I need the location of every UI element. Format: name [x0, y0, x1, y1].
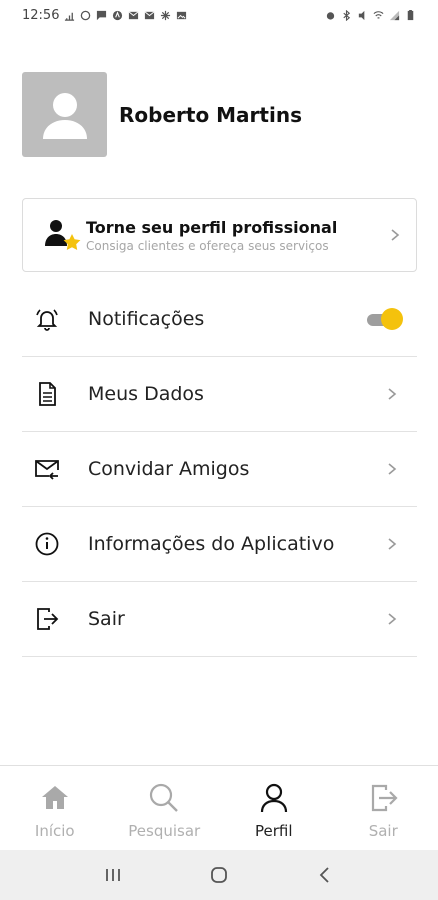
mail-icon — [128, 10, 139, 21]
signal-data-icon — [64, 10, 75, 21]
status-right — [325, 9, 416, 21]
menu-item-logout[interactable]: Sair — [22, 582, 417, 657]
status-bar: 12:56 — [0, 0, 438, 30]
become-pro-card[interactable]: Torne seu perfil profissional Consiga cl… — [22, 198, 417, 272]
chevron-right-icon — [388, 228, 402, 242]
home-circle-icon[interactable] — [207, 863, 231, 887]
nav-label: Início — [34, 822, 75, 840]
chevron-right-icon — [385, 387, 399, 401]
app-icon — [112, 10, 123, 21]
nav-item-logout[interactable]: Sair — [329, 766, 438, 850]
pro-card-title: Torne seu perfil profissional — [86, 217, 338, 237]
pro-card-subtitle: Consiga clientes e ofereça seus serviços — [86, 238, 329, 253]
menu-item-invite-friends[interactable]: Convidar Amigos — [22, 432, 417, 507]
professional-star-icon — [43, 218, 83, 252]
chevron-right-icon — [385, 537, 399, 551]
image-icon — [176, 10, 187, 21]
settings-menu: Notificações Meus Dados Convidar Amigos … — [22, 282, 417, 657]
menu-item-my-data[interactable]: Meus Dados — [22, 357, 417, 432]
avatar[interactable] — [22, 72, 107, 157]
pro-card-text: Torne seu perfil profissional Consiga cl… — [86, 218, 388, 253]
status-time: 12:56 — [22, 7, 60, 23]
nav-label: Sair — [368, 822, 398, 840]
nav-item-home[interactable]: Início — [0, 766, 110, 850]
profile-header: Roberto Martins — [22, 72, 302, 157]
menu-item-label: Notificações — [88, 308, 205, 330]
menu-item-label: Sair — [88, 608, 125, 630]
nav-label: Perfil — [254, 822, 293, 840]
menu-item-label: Meus Dados — [88, 383, 204, 405]
alarm-icon — [325, 10, 336, 21]
bell-icon — [32, 304, 62, 334]
menu-item-label: Informações do Aplicativo — [88, 533, 335, 555]
search-icon — [150, 783, 179, 812]
chevron-right-icon — [385, 462, 399, 476]
status-left: 12:56 — [22, 8, 187, 23]
wifi-icon — [373, 10, 384, 21]
info-icon — [32, 529, 62, 559]
recents-icon[interactable] — [101, 863, 125, 887]
system-nav-bar — [0, 850, 438, 900]
profile-name: Roberto Martins — [119, 102, 302, 127]
document-icon — [32, 379, 62, 409]
mail-invite-icon — [32, 454, 62, 484]
battery-icon — [405, 9, 416, 21]
bottom-nav: Início Pesquisar Perfil Sair — [0, 765, 438, 850]
toggle-knob — [381, 308, 403, 330]
back-icon[interactable] — [313, 863, 337, 887]
person-icon — [260, 783, 287, 813]
user-avatar-icon — [42, 92, 87, 139]
menu-item-label: Convidar Amigos — [88, 458, 250, 480]
nav-item-profile[interactable]: Perfil — [219, 766, 329, 850]
bluetooth-icon — [341, 9, 352, 21]
notifications-toggle[interactable] — [367, 308, 403, 330]
nav-label: Pesquisar — [128, 822, 201, 840]
mute-icon — [357, 10, 368, 21]
mail-icon — [144, 10, 155, 21]
logout-icon — [32, 604, 62, 634]
pinwheel-icon — [160, 10, 171, 21]
chevron-right-icon — [385, 612, 399, 626]
logout-icon — [372, 784, 398, 812]
whatsapp-icon — [80, 10, 91, 21]
signal-icon — [389, 10, 400, 21]
message-icon — [96, 10, 107, 21]
menu-item-notifications[interactable]: Notificações — [22, 282, 417, 357]
nav-item-search[interactable]: Pesquisar — [110, 766, 220, 850]
menu-item-app-info[interactable]: Informações do Aplicativo — [22, 507, 417, 582]
home-icon — [41, 786, 68, 809]
